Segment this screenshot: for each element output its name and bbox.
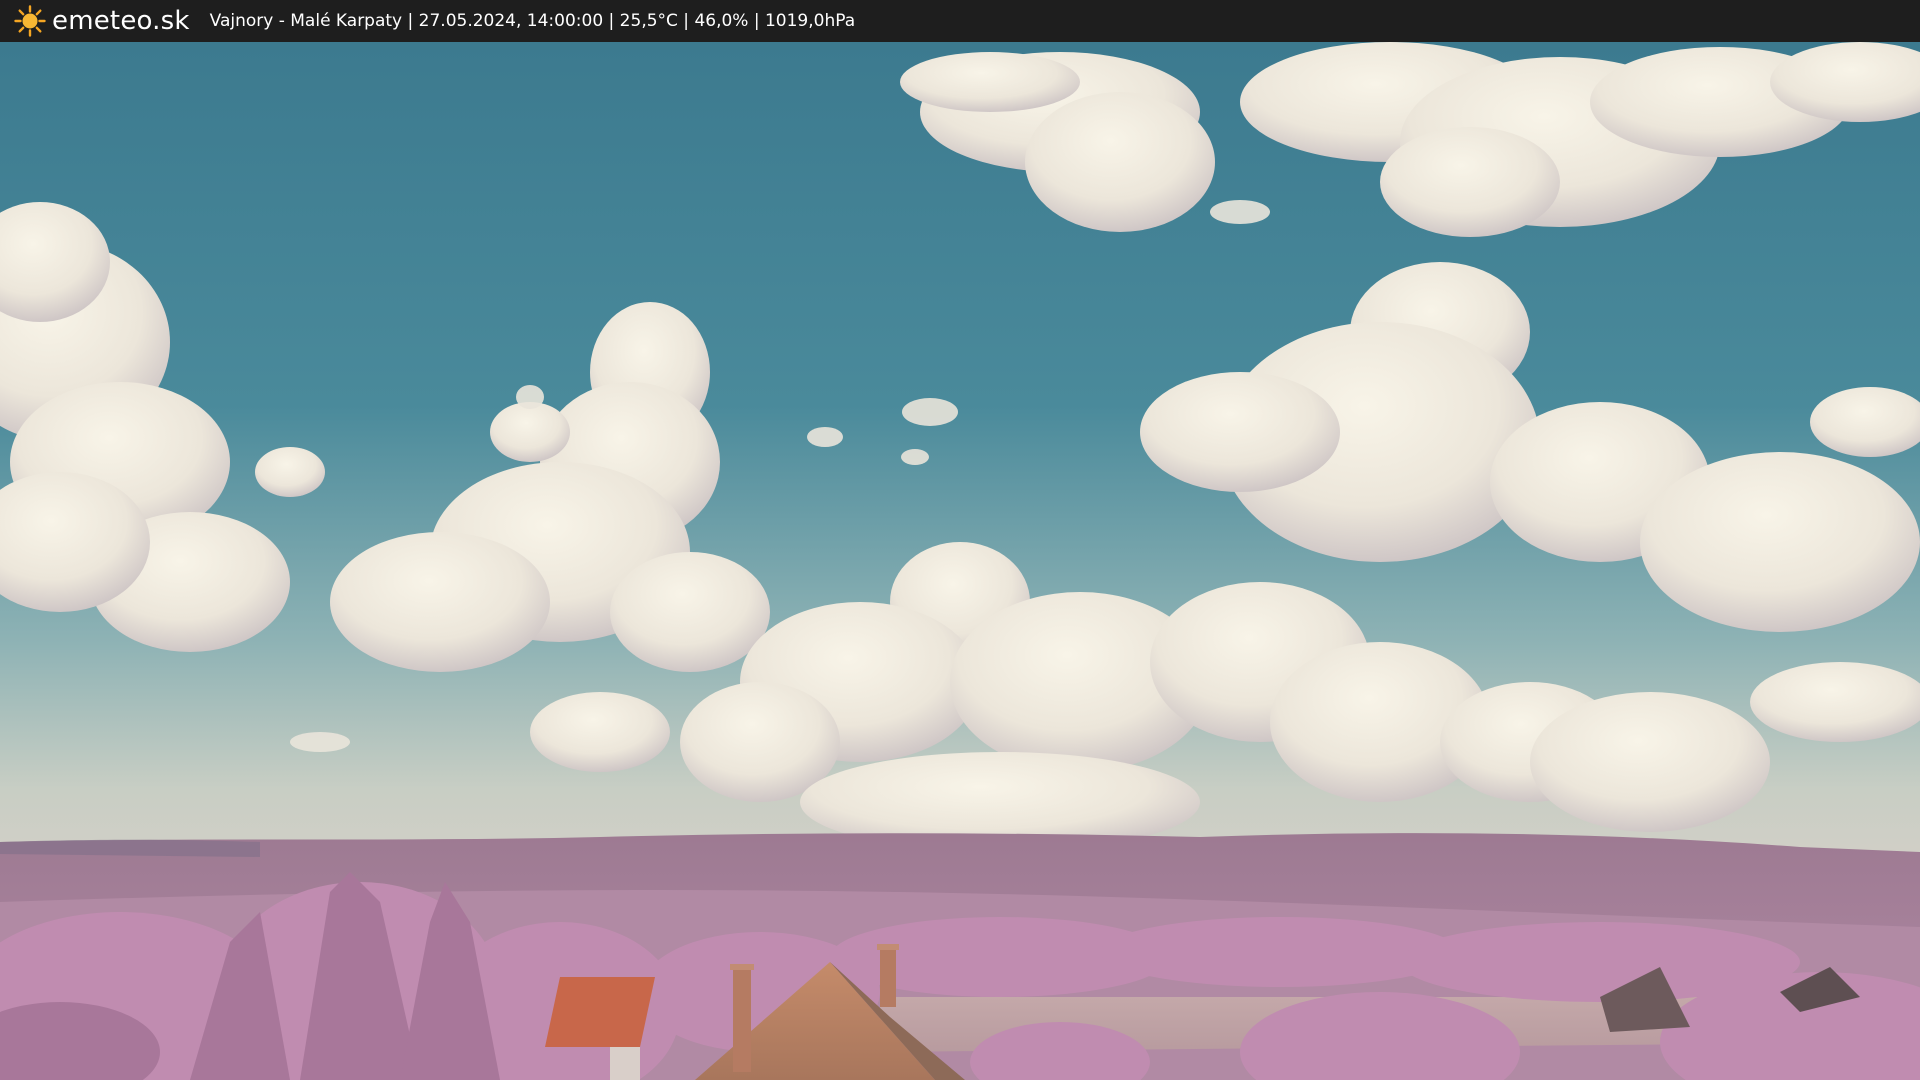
site-logo-text[interactable]: emeteo.sk <box>52 6 190 36</box>
webcam-image <box>0 42 1920 1080</box>
sun-icon <box>14 5 46 37</box>
caption-bar: emeteo.sk Vajnory - Malé Karpaty | 27.05… <box>0 0 1920 42</box>
webcam-caption: Vajnory - Malé Karpaty | 27.05.2024, 14:… <box>209 11 856 31</box>
